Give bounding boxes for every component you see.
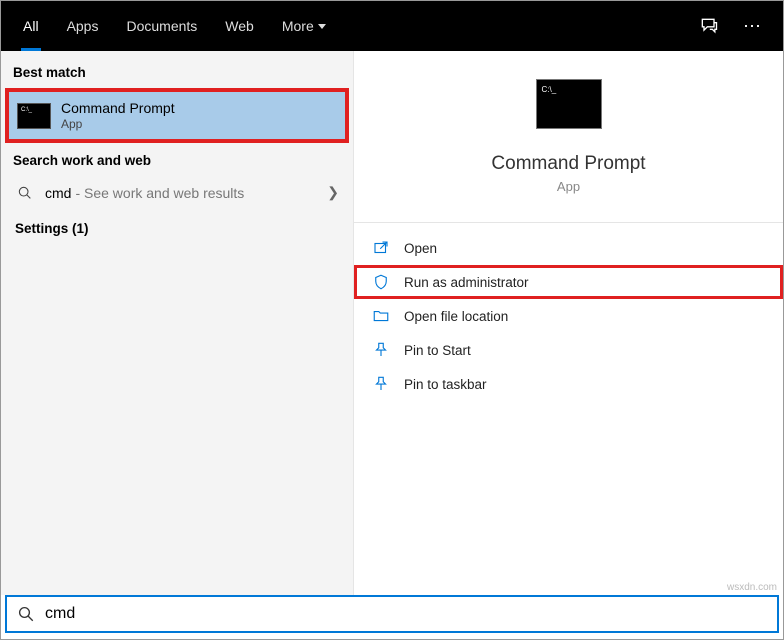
tab-documents[interactable]: Documents [112,1,211,51]
best-match-subtitle: App [61,117,175,131]
shield-icon [372,273,390,291]
preview-title: Command Prompt [491,153,645,175]
feedback-icon[interactable] [699,16,719,36]
settings-results[interactable]: Settings (1) [1,211,353,246]
tab-all[interactable]: All [9,1,53,51]
best-match-label: Best match [1,57,353,86]
search-input[interactable] [45,605,767,623]
action-pin-taskbar-label: Pin to taskbar [404,377,487,392]
tab-more-label: More [282,18,314,34]
chevron-down-icon [318,24,326,29]
preview-panel: C:\_ Command Prompt App Open Run as admi… [354,51,783,595]
best-match-title: Command Prompt [61,100,175,116]
search-bar[interactable] [5,595,779,633]
tab-apps[interactable]: Apps [53,1,113,51]
action-run-as-administrator[interactable]: Run as administrator [354,265,783,299]
tab-web[interactable]: Web [211,1,268,51]
command-prompt-icon: C:\_ [17,103,51,129]
search-icon [17,605,35,623]
action-open-label: Open [404,241,437,256]
action-pin-start-label: Pin to Start [404,343,471,358]
action-open-file-location[interactable]: Open file location [354,299,783,333]
more-options-icon[interactable]: ⋯ [737,17,767,35]
preview-subtitle: App [557,179,580,194]
open-icon [372,239,390,257]
folder-icon [372,307,390,325]
tab-more[interactable]: More [268,1,340,51]
search-filter-tabs: All Apps Documents Web More [9,1,340,51]
action-pin-to-start[interactable]: Pin to Start [354,333,783,367]
watermark: wsxdn.com [727,582,777,593]
pin-icon [372,341,390,359]
action-open[interactable]: Open [354,231,783,265]
action-open-loc-label: Open file location [404,309,508,324]
web-search-hint: - See work and web results [75,185,244,201]
action-pin-to-taskbar[interactable]: Pin to taskbar [354,367,783,401]
search-icon [17,185,33,201]
command-prompt-icon: C:\_ [536,79,602,129]
best-match-result[interactable]: C:\_ Command Prompt App [5,88,349,143]
web-search-result[interactable]: cmd - See work and web results ❯ [1,174,353,211]
chevron-right-icon: ❯ [327,184,339,201]
results-panel: Best match C:\_ Command Prompt App Searc… [1,51,354,595]
pin-icon [372,375,390,393]
search-work-web-label: Search work and web [1,145,353,174]
top-tab-bar: All Apps Documents Web More ⋯ [1,1,783,51]
web-search-term: cmd [45,185,71,201]
action-run-admin-label: Run as administrator [404,275,529,290]
